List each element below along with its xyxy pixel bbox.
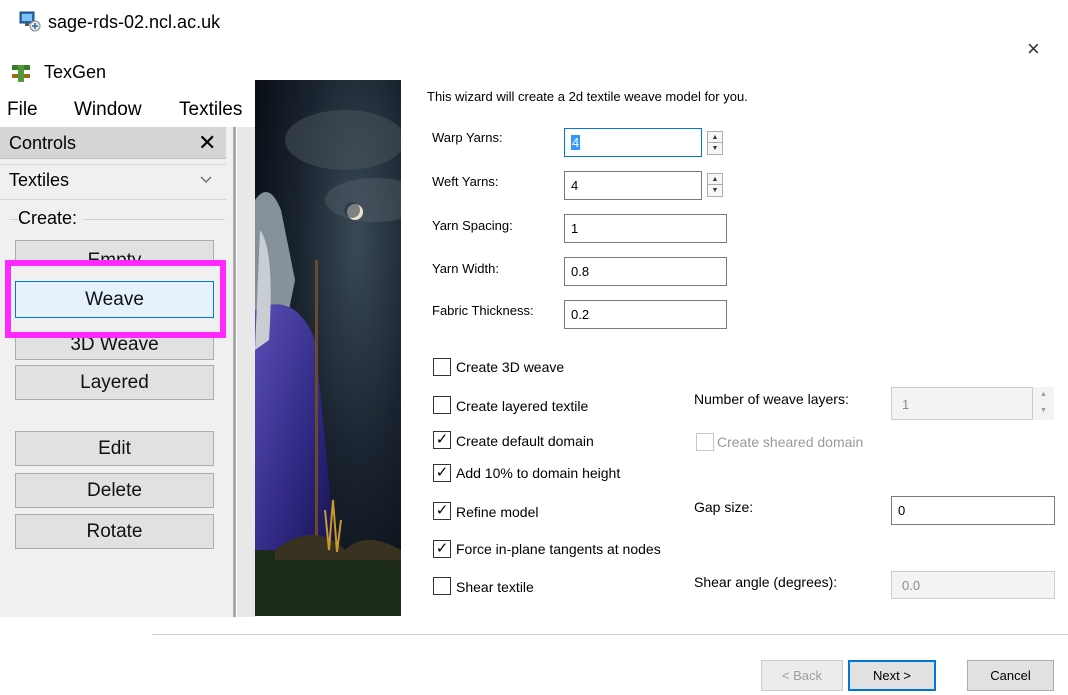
shear-textile-checkbox[interactable] [433, 577, 451, 595]
close-icon[interactable]: ✕ [198, 130, 216, 156]
weave-button[interactable]: Weave [15, 281, 214, 318]
add-domain-height-checkbox[interactable]: ✓ [433, 464, 451, 482]
refine-model-checkbox[interactable]: ✓ [433, 502, 451, 520]
shear-textile-label: Shear textile [456, 579, 534, 595]
weft-yarns-label: Weft Yarns: [432, 174, 499, 189]
empty-button[interactable]: Empty [15, 240, 214, 262]
remote-desktop-title: sage-rds-02.ncl.ac.uk [48, 12, 221, 32]
delete-button[interactable]: Delete [15, 473, 214, 508]
num-weave-layers-spinner[interactable]: ▲ ▼ [1032, 387, 1054, 420]
num-weave-layers-input[interactable]: 1 [891, 387, 1033, 420]
shear-angle-input[interactable]: 0.0 [891, 571, 1055, 599]
create-3d-weave-label: Create 3D weave [456, 359, 565, 375]
create-layered-textile-checkbox[interactable] [433, 396, 451, 414]
yarn-spacing-label: Yarn Spacing: [432, 218, 513, 233]
category-dropdown-value: Textiles [9, 170, 70, 190]
force-tangents-label: Force in-plane tangents at nodes [456, 541, 661, 557]
create-layered-textile-label: Create layered textile [456, 398, 589, 414]
menu-window[interactable]: Window [74, 99, 142, 121]
warp-yarns-spinner[interactable]: ▲ ▼ [707, 131, 723, 155]
gap-size-input[interactable]: 0 [891, 496, 1055, 525]
warp-yarns-input[interactable]: 4 [564, 128, 702, 157]
create-default-domain-checkbox[interactable]: ✓ [433, 431, 451, 449]
weft-yarns-spinner[interactable]: ▲ ▼ [707, 173, 723, 197]
refine-model-label: Refine model [456, 504, 539, 520]
create-group-label: Create: [18, 208, 84, 229]
yarn-spacing-input[interactable]: 1 [564, 214, 727, 243]
yarn-width-label: Yarn Width: [432, 261, 499, 276]
cancel-button[interactable]: Cancel [967, 660, 1054, 691]
weft-yarns-input[interactable]: 4 [564, 171, 702, 200]
texgen-logo-icon [10, 62, 32, 84]
fabric-thickness-input[interactable]: 0.2 [564, 300, 727, 329]
remote-desktop-icon [19, 10, 41, 32]
wizard-button-separator [152, 634, 1068, 635]
edit-button[interactable]: Edit [15, 431, 214, 466]
layered-button[interactable]: Layered [15, 365, 214, 400]
menu-file[interactable]: File [7, 99, 38, 121]
back-button[interactable]: < Back [761, 660, 843, 691]
controls-panel-title: Controls [9, 133, 77, 153]
next-button[interactable]: Next > [848, 660, 936, 691]
chevron-down-icon [200, 172, 212, 187]
num-weave-layers-label: Number of weave layers: [694, 391, 849, 407]
wizard-intro-text: This wizard will create a 2d textile wea… [427, 89, 748, 104]
3d-weave-button[interactable]: 3D Weave [15, 336, 214, 360]
create-3d-weave-checkbox[interactable] [433, 358, 451, 376]
wizard-close-icon[interactable]: × [1027, 36, 1040, 62]
create-sheared-domain-checkbox[interactable] [696, 433, 714, 451]
menu-textiles[interactable]: Textiles [179, 99, 242, 121]
wizard-banner-image [255, 80, 401, 616]
shear-angle-label: Shear angle (degrees): [694, 574, 838, 590]
gap-size-label: Gap size: [694, 499, 754, 515]
app-title: TexGen [44, 62, 107, 82]
force-tangents-checkbox[interactable]: ✓ [433, 540, 451, 558]
create-sheared-domain-label: Create sheared domain [717, 434, 864, 450]
panel-splitter-track [236, 127, 255, 617]
fabric-thickness-label: Fabric Thickness: [432, 303, 534, 318]
add-domain-height-label: Add 10% to domain height [456, 465, 621, 481]
warp-yarns-label: Warp Yarns: [432, 130, 503, 145]
create-default-domain-label: Create default domain [456, 433, 594, 449]
rotate-button[interactable]: Rotate [15, 514, 214, 549]
yarn-width-input[interactable]: 0.8 [564, 257, 727, 286]
